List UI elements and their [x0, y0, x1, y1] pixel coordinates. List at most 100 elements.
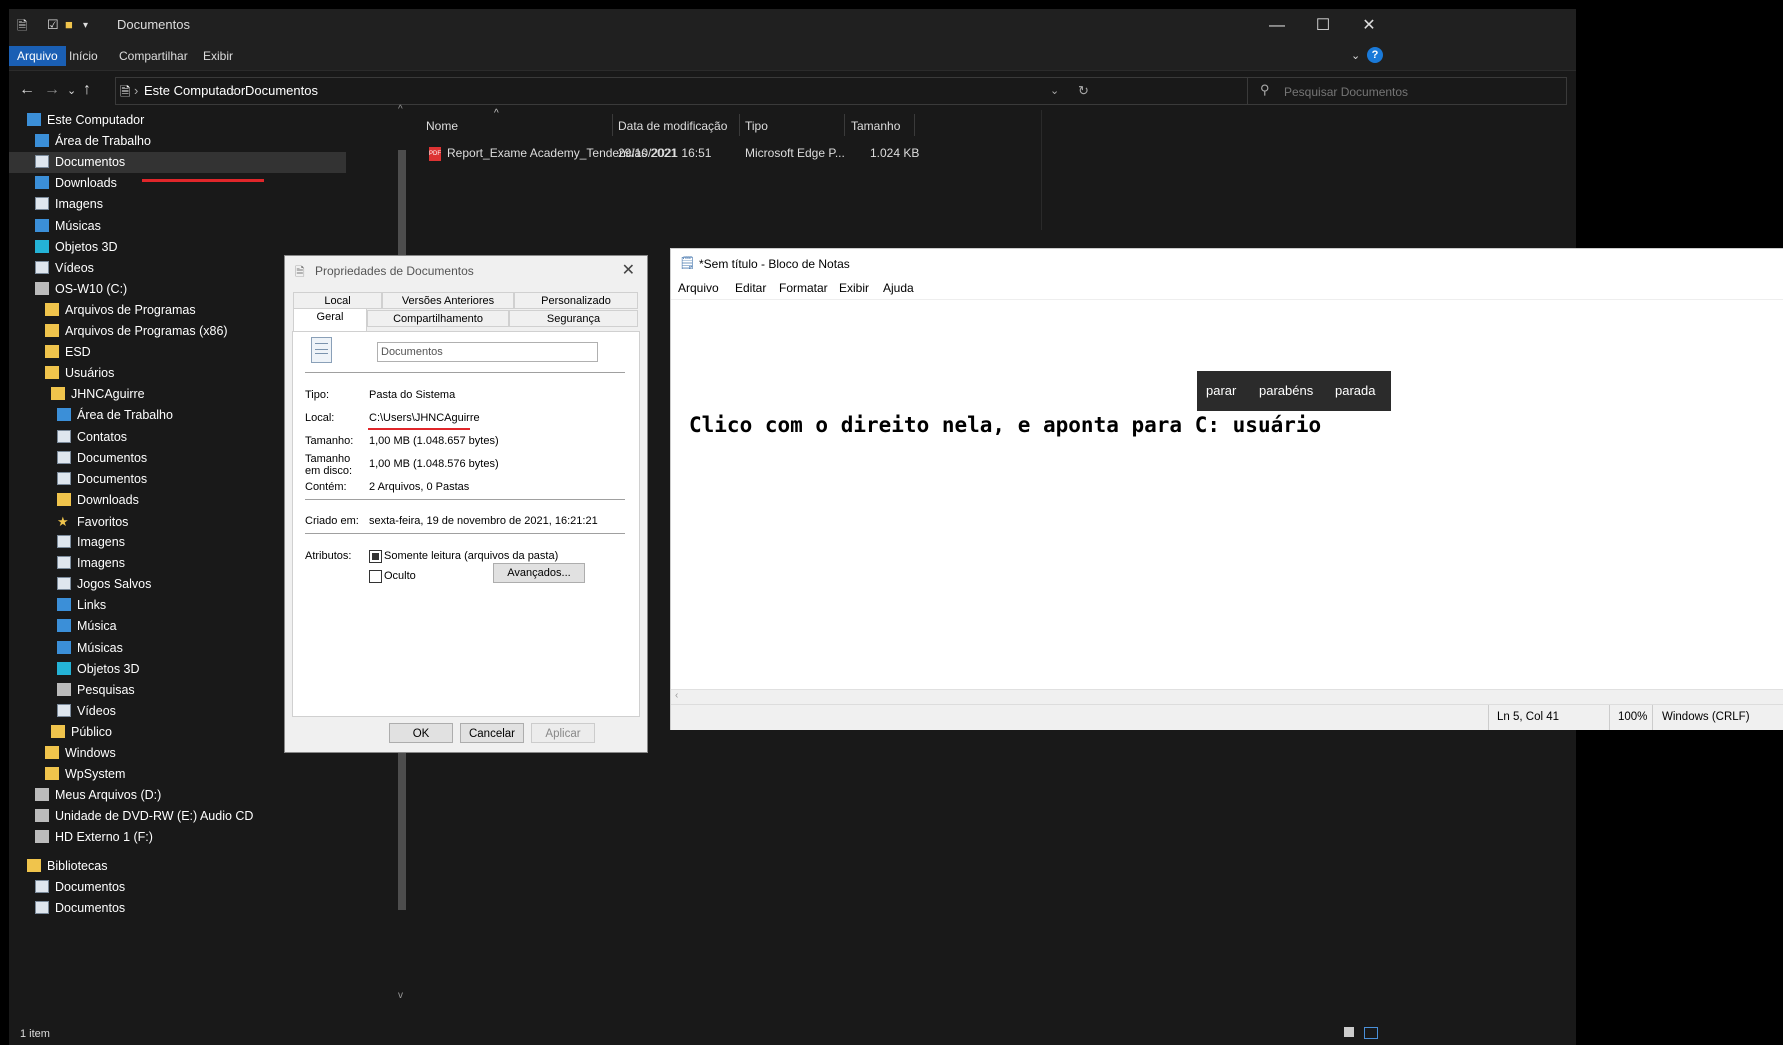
ok-button[interactable]: OK	[389, 723, 453, 743]
nav-item[interactable]: Documentos	[9, 877, 389, 898]
folder-name-field[interactable]	[377, 342, 598, 362]
column-tamanho[interactable]: Tamanho	[851, 119, 900, 133]
computer-icon	[27, 113, 41, 126]
tab-seguranca[interactable]: Segurança	[509, 310, 638, 327]
forward-arrow-icon[interactable]: →	[44, 81, 60, 99]
nav-item-label: Músicas	[55, 218, 101, 233]
dialog-close-button[interactable]: ✕	[622, 260, 635, 280]
label-tamanho-disco: Tamanho em disco:	[305, 453, 353, 477]
nav-item[interactable]: Imagens	[9, 194, 389, 215]
desktop-icon	[35, 134, 49, 148]
recent-dropdown-icon[interactable]: ⌄	[67, 84, 76, 97]
suggestion-parabens[interactable]: parabéns	[1259, 383, 1313, 398]
folder-icon	[45, 302, 59, 316]
nav-item[interactable]: Músicas	[9, 216, 389, 237]
refresh-icon[interactable]: ↻	[1078, 83, 1089, 99]
tab-personalizado[interactable]: Personalizado	[514, 292, 638, 309]
minimize-button[interactable]: —	[1254, 13, 1300, 39]
checkmark-icon[interactable]: ☑	[47, 17, 59, 33]
nav-item[interactable]: Downloads	[9, 173, 389, 194]
column-tipo[interactable]: Tipo	[745, 119, 768, 133]
back-arrow-icon[interactable]: ←	[19, 81, 35, 99]
nav-item-label: WpSystem	[65, 767, 126, 782]
readonly-checkbox[interactable]	[369, 550, 382, 563]
objects-3d-icon	[57, 661, 71, 675]
nav-item[interactable]: Este Computador	[9, 110, 389, 131]
properties-icon[interactable]: 🗎	[17, 17, 27, 39]
tab-exibir[interactable]: Exibir	[195, 46, 241, 66]
menu-editar[interactable]: Editar	[735, 281, 766, 295]
nav-item[interactable]: Meus Arquivos (D:)	[9, 785, 389, 806]
nav-item[interactable]: Área de Trabalho	[9, 131, 389, 152]
nav-item[interactable]: Documentos	[9, 152, 346, 174]
tiles-view-icon[interactable]	[1364, 1027, 1378, 1039]
quick-access-dropdown-icon[interactable]: ▾	[83, 20, 88, 31]
suggestion-parada[interactable]: parada	[1335, 383, 1375, 398]
menu-arquivo[interactable]: Arquivo	[678, 281, 719, 295]
pictures-icon	[57, 556, 71, 570]
menu-ajuda[interactable]: Ajuda	[883, 281, 914, 295]
tab-inicio[interactable]: Início	[61, 46, 106, 66]
menu-formatar[interactable]: Formatar	[779, 281, 828, 295]
search-input[interactable]	[1282, 82, 1556, 102]
address-dropdown-icon[interactable]: ⌄	[1050, 84, 1059, 97]
hidden-checkbox[interactable]	[369, 570, 382, 583]
suggestion-parar[interactable]: parar	[1206, 383, 1236, 398]
value-tamanho: 1,00 MB (1.048.657 bytes)	[369, 435, 499, 447]
tab-compartilhar[interactable]: Compartilhar	[111, 46, 196, 66]
nav-item-label: Arquivos de Programas	[65, 302, 196, 317]
nav-item-label: Pesquisas	[77, 682, 135, 697]
ribbon-expand-icon[interactable]: ⌄	[1343, 46, 1368, 66]
folder-icon	[51, 387, 65, 401]
tab-versoes-anteriores[interactable]: Versões Anteriores	[382, 292, 514, 309]
zoom-level: 100%	[1618, 711, 1648, 723]
advanced-button[interactable]: Avançados...	[493, 563, 585, 583]
column-nome[interactable]: Nome	[426, 119, 458, 133]
music-icon	[57, 619, 71, 633]
close-button[interactable]: ✕	[1346, 13, 1392, 39]
nav-item-label: Bibliotecas	[47, 858, 108, 873]
horizontal-scrollbar[interactable]: ‹	[671, 689, 1783, 704]
nav-item-label: OS-W10 (C:)	[55, 281, 128, 296]
nav-item-label: Área de Trabalho	[77, 408, 173, 423]
nav-item[interactable]: Documentos	[9, 898, 389, 919]
tab-local[interactable]: Local	[293, 292, 382, 309]
readonly-label: Somente leitura (arquivos da pasta)	[384, 550, 559, 562]
menu-exibir[interactable]: Exibir	[839, 281, 869, 295]
nav-item[interactable]: HD Externo 1 (F:)	[9, 827, 389, 848]
nav-item[interactable]: Bibliotecas	[9, 856, 389, 877]
breadcrumb-documentos[interactable]: Documentos	[245, 83, 318, 98]
explorer-titlebar: 🗎 ☑ ■ ▾ Documentos — ☐ ✕	[9, 9, 1576, 42]
notepad-window: 🗒 *Sem título - Bloco de Notas Arquivo E…	[670, 248, 1783, 730]
apply-button[interactable]: Aplicar	[531, 723, 595, 743]
documents-icon	[57, 471, 71, 485]
maximize-button[interactable]: ☐	[1300, 13, 1346, 39]
up-arrow-icon[interactable]: ↑	[83, 81, 91, 99]
nav-item[interactable]: Unidade de DVD-RW (E:) Audio CD	[9, 806, 389, 827]
nav-item-label: Contatos	[77, 429, 128, 444]
scroll-down-icon[interactable]: v	[398, 990, 403, 1001]
breadcrumb-este-computador[interactable]: Este Computador	[144, 83, 245, 98]
cancel-button[interactable]: Cancelar	[460, 723, 524, 743]
address-bar[interactable]: 🗎 › Este Computador › Documentos ⌄ ↻	[115, 77, 1253, 105]
download-icon	[35, 176, 49, 190]
item-count: 1 item	[20, 1028, 50, 1040]
new-folder-icon[interactable]: ■	[65, 17, 73, 32]
dialog-title: Propriedades de Documentos	[315, 264, 474, 278]
folder-icon	[45, 345, 59, 359]
scroll-up-icon[interactable]: ^	[398, 104, 403, 115]
scroll-left-icon[interactable]: ‹	[675, 690, 678, 701]
nav-item[interactable]: WpSystem	[9, 764, 389, 785]
music-icon	[57, 640, 71, 654]
label-criado: Criado em:	[305, 515, 359, 527]
properties-dialog: 🗎 Propriedades de Documentos ✕ Local Ver…	[284, 255, 648, 753]
tab-geral[interactable]: Geral	[293, 308, 367, 332]
help-icon[interactable]: ?	[1367, 47, 1383, 63]
tab-arquivo[interactable]: Arquivo	[9, 46, 66, 66]
notepad-text-area[interactable]: Clico com o direito nela, e aponta para …	[689, 413, 1321, 437]
tab-compartilhamento[interactable]: Compartilhamento	[367, 310, 509, 327]
column-data-modificacao[interactable]: Data de modificação	[618, 119, 727, 133]
documents-large-icon	[311, 337, 332, 363]
line-ending: Windows (CRLF)	[1662, 711, 1750, 723]
search-box[interactable]: ⚲	[1247, 77, 1567, 105]
